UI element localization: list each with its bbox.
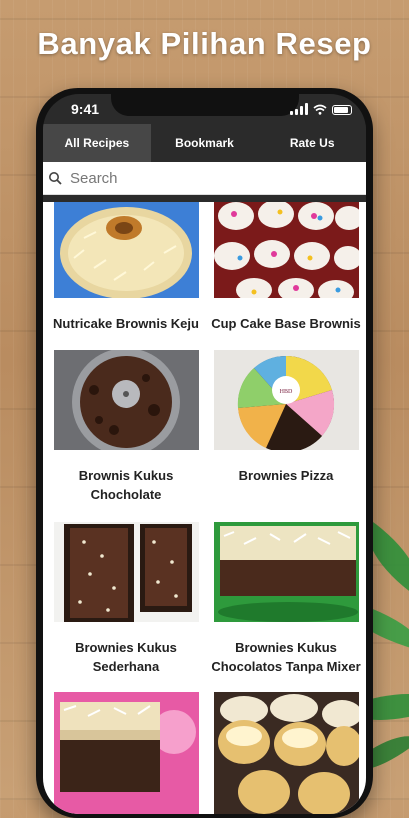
tab-bar: All Recipes Bookmark Rate Us <box>43 124 366 162</box>
status-bar: 9:41 <box>43 94 366 122</box>
svg-text:HBD: HBD <box>279 389 292 395</box>
status-time: 9:41 <box>71 101 100 117</box>
recipe-title: Brownies Pizza <box>238 468 334 483</box>
recipe-card[interactable]: Nutricake Brownis Keju <box>51 202 201 333</box>
recipe-card[interactable]: Brownies Kukus Sederhana <box>51 522 201 676</box>
tab-all-recipes[interactable]: All Recipes <box>43 124 151 162</box>
recipe-title: Cup Cake Base Brownis <box>211 316 361 331</box>
recipe-card[interactable]: HBD Brownies Pizza <box>211 350 361 485</box>
signal-icon <box>290 103 308 115</box>
phone-screen: 9:41 All Recipes Bookmark Rate Us Search… <box>43 94 366 814</box>
phone-frame: 9:41 All Recipes Bookmark Rate Us Search… <box>36 88 373 818</box>
search-bar <box>43 162 366 195</box>
recipe-image <box>53 692 199 814</box>
recipe-card[interactable] <box>51 692 201 814</box>
recipe-title: Brownis Kukus Chocholate <box>78 468 174 502</box>
tab-bookmark[interactable]: Bookmark <box>151 124 259 162</box>
search-input[interactable] <box>68 168 332 188</box>
recipe-title: Nutricake Brownis Keju <box>53 316 199 331</box>
recipe-card[interactable]: Brownies Kukus Chocolatos Tanpa Mixer <box>211 522 361 676</box>
recipe-image <box>53 350 199 450</box>
recipe-title: Brownies Kukus Sederhana <box>75 640 177 674</box>
recipe-image <box>53 522 199 622</box>
recipe-list[interactable]: Nutricake Brownis Keju Cup Cake Base Bro… <box>43 202 366 814</box>
recipe-image <box>213 692 359 814</box>
recipe-title: Brownies Kukus Chocolatos Tanpa Mixer <box>211 640 361 674</box>
recipe-image: HBD <box>213 350 359 450</box>
phone-notch <box>111 94 299 116</box>
recipe-image <box>213 202 359 298</box>
recipe-card[interactable] <box>211 692 361 814</box>
recipe-card[interactable]: Cup Cake Base Brownis <box>211 202 361 333</box>
tab-rate-us[interactable]: Rate Us <box>258 124 366 162</box>
recipe-image <box>213 522 359 622</box>
promo-headline: Banyak Pilihan Resep <box>37 26 372 61</box>
battery-icon <box>332 105 352 115</box>
recipe-card[interactable]: Brownis Kukus Chocholate <box>51 350 201 504</box>
search-icon <box>49 172 62 185</box>
wifi-icon <box>313 104 327 115</box>
recipe-image <box>53 202 199 298</box>
status-icons <box>290 103 352 115</box>
